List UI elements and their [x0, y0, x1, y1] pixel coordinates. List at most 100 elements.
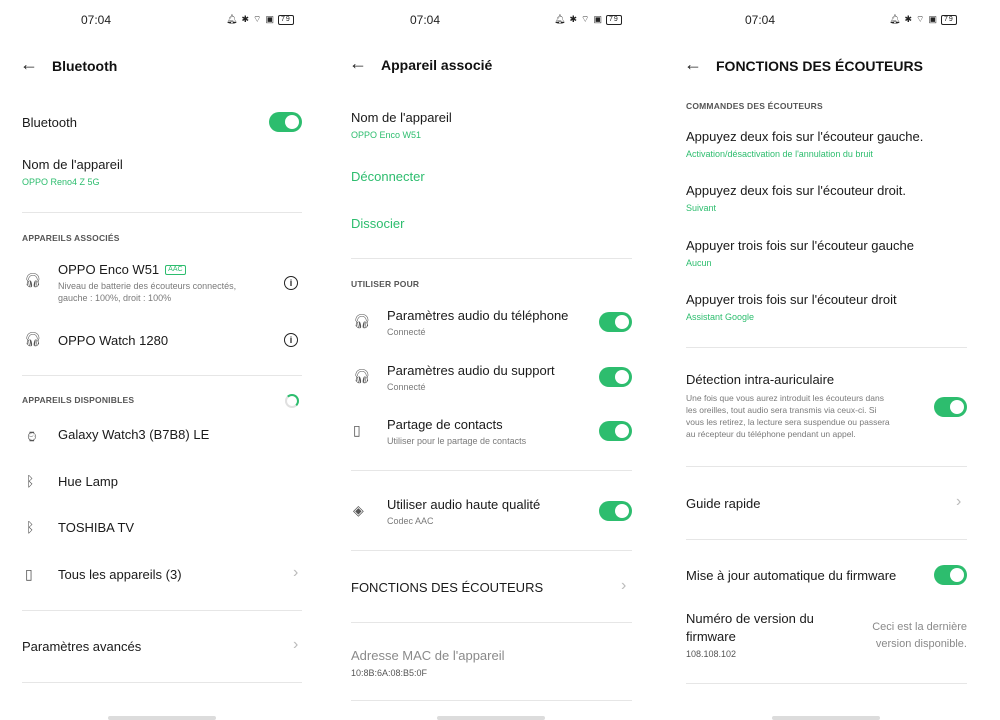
battery-detail-line2: gauche : 100%, droit : 100% — [58, 293, 172, 303]
device-name-value: OPPO Reno4 Z 5G — [22, 177, 100, 187]
mac-address-title: Adresse MAC de l'appareil — [351, 648, 505, 663]
back-arrow-icon[interactable]: ← — [349, 53, 367, 74]
media-audio-toggle[interactable] — [599, 367, 632, 387]
firmware-note-line2: version disponible. — [875, 638, 967, 650]
hq-audio-row[interactable]: ◈ Utiliser audio haute qualité Codec AAC — [351, 494, 636, 528]
earbud-functions-row[interactable]: FONCTIONS DES ÉCOUTEURS › — [351, 575, 636, 601]
wifi-icon: ⌔ — [580, 14, 591, 24]
in-ear-desc-line: les oreilles, tout audio sera transmis v… — [686, 405, 877, 415]
phone-icon: ▯ — [353, 422, 361, 438]
battery-icon: 79 — [605, 14, 622, 25]
paired-device-enco[interactable]: 🎧︎ OPPO Enco W51 AAC Niveau de batterie … — [22, 258, 307, 310]
status-time: 07:04 — [81, 13, 112, 27]
bluetooth-toggle[interactable] — [269, 112, 302, 132]
paired-device-watch[interactable]: 🎧︎ OPPO Watch 1280 i — [22, 326, 307, 354]
mac-address-row: Adresse MAC de l'appareil 10:8B:6A:08:B5… — [351, 648, 631, 679]
available-device-row[interactable]: ᛒ Hue Lamp — [22, 469, 307, 495]
divider — [22, 610, 302, 611]
unpair-button[interactable]: Dissocier — [351, 216, 404, 231]
home-indicator[interactable] — [437, 716, 545, 720]
headphones-icon: 🎧︎ — [24, 331, 42, 347]
status-icons: 🔔︎ ✱ ⌔ ▣ 79 — [889, 14, 957, 25]
phone-audio-row[interactable]: 🎧︎ Paramètres audio du téléphone Connect… — [351, 305, 636, 339]
divider — [686, 466, 967, 467]
device-name-title: Nom de l'appareil — [22, 157, 123, 172]
info-icon[interactable]: i — [284, 333, 298, 347]
quick-guide-row[interactable]: Guide rapide › — [686, 491, 971, 517]
hq-audio-codec: Codec AAC — [387, 516, 434, 526]
phone-audio-title: Paramètres audio du téléphone — [387, 308, 569, 323]
divider — [351, 258, 632, 259]
firmware-version-value: 108.108.102 — [686, 649, 737, 659]
earbud-functions-screen: 07:04 🔔︎ ✱ ⌔ ▣ 79 ← FONCTIONS DES ÉCOUTEURS… — [670, 0, 1000, 720]
contact-sharing-row[interactable]: ▯ Partage de contacts Utiliser pour le p… — [351, 414, 636, 448]
divider — [351, 700, 632, 701]
bluetooth-status-icon: ✱ — [241, 14, 250, 24]
available-device-row[interactable]: ⌚︎ Galaxy Watch3 (B7B8) LE — [22, 422, 307, 448]
contact-sharing-desc: Utiliser pour le partage de contacts — [387, 436, 527, 446]
cast-icon: ▣ — [928, 14, 938, 24]
disconnect-button[interactable]: Déconnecter — [351, 169, 425, 184]
divider — [22, 375, 302, 376]
control-value: Suivant — [686, 203, 717, 213]
control-value: Aucun — [686, 258, 712, 268]
devices-icon: ▯ — [25, 566, 33, 582]
available-device-name: TOSHIBA TV — [58, 520, 135, 535]
phone-audio-toggle[interactable] — [599, 312, 632, 332]
available-device-name: Hue Lamp — [58, 474, 118, 489]
bluetooth-label: Bluetooth — [22, 115, 77, 130]
phone-audio-status: Connecté — [387, 327, 426, 337]
device-name-row[interactable]: Nom de l'appareil OPPO Enco W51 — [351, 110, 631, 140]
back-arrow-icon[interactable]: ← — [20, 54, 38, 75]
control-row[interactable]: Appuyer trois fois sur l'écouteur gauche… — [686, 238, 986, 268]
bell-icon: 🔔︎ — [889, 14, 902, 24]
earbud-functions-label: FONCTIONS DES ÉCOUTEURS — [351, 580, 544, 595]
control-title: Appuyer trois fois sur l'écouteur gauche — [686, 238, 914, 253]
paired-device-name: OPPO Enco W51 — [58, 262, 160, 277]
control-title: Appuyez deux fois sur l'écouteur gauche. — [686, 129, 924, 144]
in-ear-desc-line: au récepteur du téléphone pendant un app… — [686, 429, 856, 439]
hq-audio-icon: ◈ — [353, 502, 364, 518]
use-for-section-header: UTILISER POUR — [351, 279, 420, 289]
info-icon[interactable]: i — [284, 276, 298, 290]
firmware-latest-note: Ceci est la dernière version disponible. — [840, 619, 967, 653]
chevron-right-icon: › — [293, 564, 299, 581]
contact-sharing-toggle[interactable] — [599, 421, 632, 441]
battery-icon: 79 — [940, 14, 957, 25]
paired-device-name: OPPO Watch 1280 — [58, 333, 169, 348]
control-row[interactable]: Appuyez deux fois sur l'écouteur droit. … — [686, 183, 986, 213]
divider — [22, 212, 302, 213]
firmware-title-line2: firmware — [686, 629, 736, 644]
in-ear-toggle[interactable] — [934, 397, 967, 417]
divider — [686, 683, 967, 684]
headphones-icon: 🎧︎ — [353, 313, 371, 329]
watch-icon: ⌚︎ — [25, 429, 39, 445]
bluetooth-status-icon: ✱ — [904, 14, 913, 24]
control-value: Assistant Google — [686, 312, 755, 322]
control-row[interactable]: Appuyer trois fois sur l'écouteur droit … — [686, 292, 986, 322]
headphones-icon: 🎧︎ — [353, 368, 371, 384]
firmware-title-line1: Numéro de version du — [686, 611, 814, 626]
paired-device-screen: 07:04 🔔︎ ✱ ⌔ ▣ 79 ← Appareil associé Nom de… — [335, 0, 665, 720]
home-indicator[interactable] — [772, 716, 880, 720]
device-name-value: OPPO Enco W51 — [351, 130, 422, 140]
hq-audio-toggle[interactable] — [599, 501, 632, 521]
device-name-row[interactable]: Nom de l'appareil OPPO Reno4 Z 5G — [22, 157, 282, 187]
available-device-row[interactable]: ᛒ TOSHIBA TV — [22, 515, 307, 541]
device-name-title: Nom de l'appareil — [351, 110, 452, 125]
all-devices-row[interactable]: ▯ Tous les appareils (3) › — [22, 562, 307, 588]
auto-update-toggle[interactable] — [934, 565, 967, 585]
divider — [351, 470, 632, 471]
control-row[interactable]: Appuyez deux fois sur l'écouteur gauche.… — [686, 129, 986, 159]
bluetooth-icon: ᛒ — [26, 519, 35, 535]
back-arrow-icon[interactable]: ← — [684, 54, 702, 75]
home-indicator[interactable] — [108, 716, 216, 720]
firmware-note-line1: Ceci est la dernière — [872, 621, 967, 633]
advanced-settings-label: Paramètres avancés — [22, 639, 142, 654]
loading-spinner-icon — [285, 394, 299, 408]
advanced-settings-row[interactable]: Paramètres avancés › — [22, 634, 307, 660]
contact-sharing-title: Partage de contacts — [387, 417, 503, 432]
media-audio-row[interactable]: 🎧︎ Paramètres audio du support Connecté — [351, 360, 636, 394]
wifi-icon: ⌔ — [252, 14, 263, 24]
status-icons: 🔔︎ ✱ ⌔ ▣ 79 — [226, 14, 294, 25]
